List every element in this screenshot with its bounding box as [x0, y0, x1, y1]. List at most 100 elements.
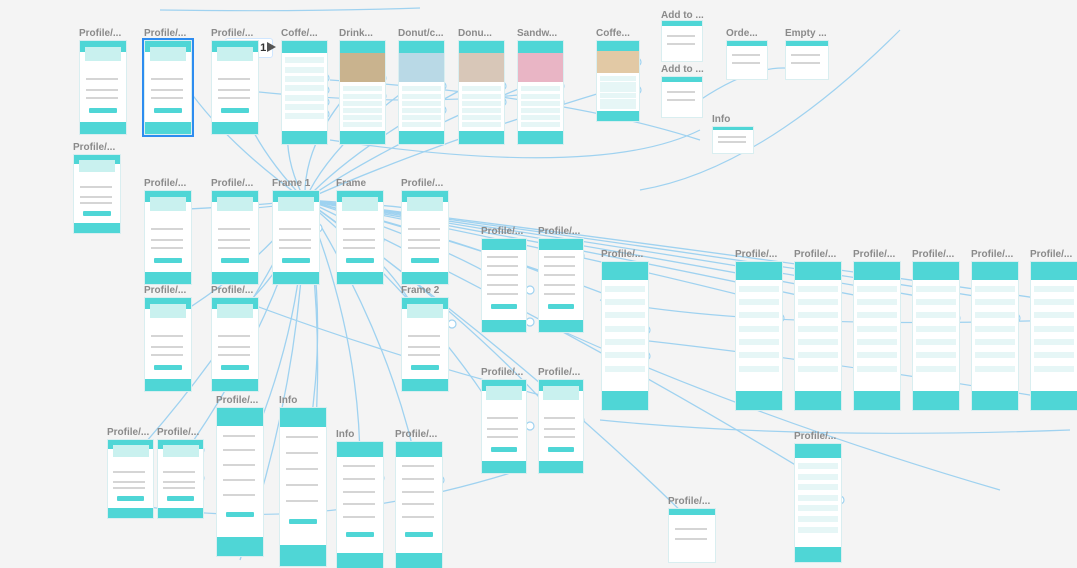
tab-bar[interactable]: [459, 130, 504, 144]
frame-title[interactable]: Profile/...: [144, 285, 186, 296]
screen-frame[interactable]: [481, 379, 527, 474]
screen-frame[interactable]: [481, 238, 527, 333]
tab-bar[interactable]: [396, 553, 442, 568]
frame-title[interactable]: Profile/...: [735, 249, 777, 260]
list-item[interactable]: [599, 93, 637, 98]
screen-frame[interactable]: [401, 190, 449, 285]
list-item[interactable]: [738, 299, 780, 305]
frame-title[interactable]: Drink...: [339, 28, 373, 39]
form-field[interactable]: [544, 292, 576, 295]
list-item[interactable]: [797, 338, 839, 345]
list-item[interactable]: [599, 87, 637, 93]
frame-title[interactable]: Sandw...: [517, 28, 557, 39]
list-item[interactable]: [738, 365, 780, 372]
tab-bar[interactable]: [539, 460, 583, 473]
list-item[interactable]: [915, 365, 957, 372]
form-field[interactable]: [401, 465, 434, 468]
form-field[interactable]: [401, 477, 434, 480]
list-item[interactable]: [974, 299, 1016, 305]
frame-title[interactable]: Profile/...: [912, 249, 954, 260]
primary-button[interactable]: [411, 364, 439, 370]
list-item[interactable]: [401, 115, 442, 121]
form-field[interactable]: [285, 436, 318, 439]
list-item[interactable]: [1033, 285, 1075, 292]
list-item[interactable]: [974, 325, 1016, 332]
screen-frame[interactable]: [735, 261, 783, 411]
tab-bar[interactable]: [340, 130, 385, 144]
list-item[interactable]: [1033, 338, 1075, 345]
list-item[interactable]: [342, 100, 383, 106]
tab-bar[interactable]: [518, 130, 563, 144]
tab-bar[interactable]: [273, 271, 319, 284]
form-field[interactable]: [285, 499, 318, 502]
list-item[interactable]: [599, 104, 637, 110]
screen-frame[interactable]: [538, 379, 584, 474]
form-field[interactable]: [342, 516, 375, 519]
list-item[interactable]: [604, 338, 646, 345]
form-field[interactable]: [222, 493, 255, 496]
list-item[interactable]: [797, 352, 839, 359]
tab-bar[interactable]: [80, 121, 126, 134]
frame-title[interactable]: Profile/...: [538, 367, 580, 378]
primary-button[interactable]: [154, 107, 182, 113]
frame-title[interactable]: Profile/...: [211, 28, 253, 39]
list-item[interactable]: [604, 365, 646, 372]
list-item[interactable]: [604, 312, 646, 319]
screen-frame[interactable]: [281, 40, 328, 145]
list-item[interactable]: [797, 526, 839, 533]
list-item[interactable]: [797, 285, 839, 292]
frame-title[interactable]: Info: [336, 429, 354, 440]
list-item[interactable]: [342, 115, 383, 121]
form-field[interactable]: [487, 265, 519, 268]
tab-bar[interactable]: [337, 271, 383, 284]
form-field[interactable]: [222, 434, 255, 437]
list-item[interactable]: [461, 86, 502, 92]
list-item[interactable]: [401, 86, 442, 92]
frame-title[interactable]: Profile/...: [395, 429, 437, 440]
list-item[interactable]: [974, 285, 1016, 292]
tab-bar[interactable]: [280, 545, 326, 566]
list-item[interactable]: [401, 107, 442, 113]
list-item[interactable]: [856, 312, 898, 319]
screen-frame[interactable]: [398, 40, 445, 145]
list-item[interactable]: [520, 115, 561, 121]
primary-button[interactable]: [83, 211, 111, 217]
list-item[interactable]: [797, 494, 839, 501]
tab-bar[interactable]: [854, 390, 900, 410]
list-item[interactable]: [974, 352, 1016, 359]
list-item[interactable]: [284, 94, 325, 101]
screen-frame[interactable]: [211, 190, 259, 285]
screen-frame[interactable]: [107, 439, 154, 519]
list-item[interactable]: [520, 86, 561, 92]
list-item[interactable]: [856, 285, 898, 292]
list-item[interactable]: [520, 122, 561, 128]
frame-title[interactable]: Profile/...: [107, 427, 149, 438]
frame-title[interactable]: Profile/...: [853, 249, 895, 260]
tab-bar[interactable]: [74, 222, 120, 233]
screen-frame[interactable]: [668, 508, 716, 563]
frame-title[interactable]: Profile/...: [211, 285, 253, 296]
form-field[interactable]: [487, 255, 519, 258]
list-item[interactable]: [797, 473, 839, 480]
screen-frame[interactable]: [79, 40, 127, 135]
frame-title[interactable]: Profile/...: [144, 28, 186, 39]
tab-bar[interactable]: [212, 271, 258, 284]
primary-button[interactable]: [282, 257, 310, 263]
primary-button[interactable]: [117, 496, 144, 502]
list-item[interactable]: [738, 312, 780, 319]
list-item[interactable]: [520, 100, 561, 106]
form-field[interactable]: [544, 265, 576, 268]
frame-title[interactable]: Add to ...: [661, 64, 704, 75]
form-field[interactable]: [401, 490, 434, 493]
frame-title[interactable]: Profile/...: [79, 28, 121, 39]
list-item[interactable]: [797, 515, 839, 522]
form-field[interactable]: [401, 516, 434, 519]
list-item[interactable]: [915, 299, 957, 305]
tab-bar[interactable]: [108, 507, 153, 518]
tab-bar[interactable]: [539, 319, 583, 332]
tab-bar[interactable]: [482, 460, 526, 473]
screen-frame[interactable]: [794, 443, 842, 563]
tab-bar[interactable]: [337, 553, 383, 568]
list-item[interactable]: [461, 93, 502, 99]
screen-frame[interactable]: [971, 261, 1019, 411]
